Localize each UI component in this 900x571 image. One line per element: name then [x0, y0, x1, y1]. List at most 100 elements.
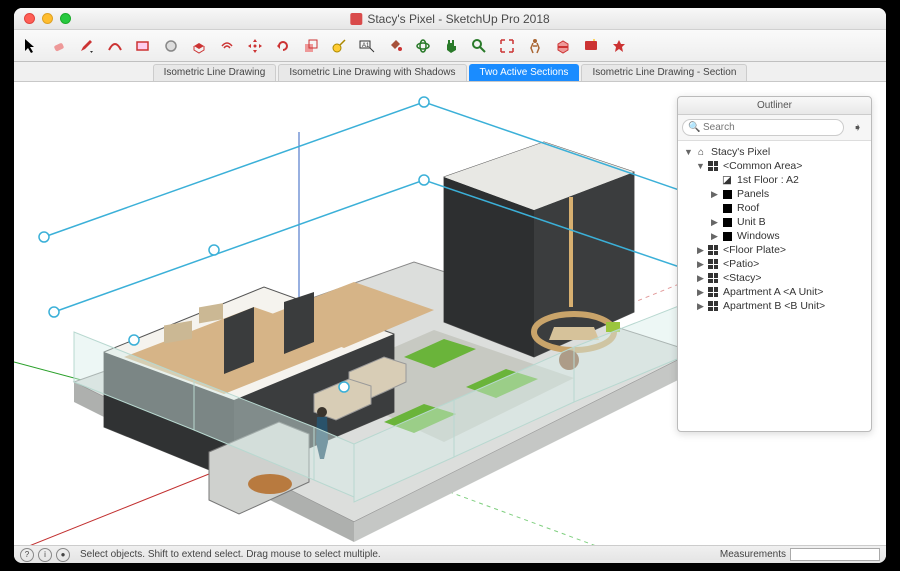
tree-row[interactable]: ▶ Unit B [678, 215, 871, 229]
help-icon[interactable]: ? [20, 548, 34, 562]
scale-tool[interactable] [302, 37, 320, 55]
component-icon [707, 286, 719, 298]
component-icon [707, 258, 719, 270]
group-icon [721, 216, 733, 228]
walk-tool[interactable] [526, 37, 544, 55]
tree-label: <Patio> [723, 258, 759, 270]
tree-row[interactable]: ▶ <Patio> [678, 257, 871, 271]
tree-row[interactable]: ▶ Windows [678, 229, 871, 243]
render-tool[interactable] [582, 37, 600, 55]
rectangle-tool[interactable] [134, 37, 152, 55]
pencil-tool[interactable] [78, 37, 96, 55]
eraser-tool[interactable] [50, 37, 68, 55]
user-icon[interactable]: ● [56, 548, 70, 562]
statusbar-hint: Select objects. Shift to extend select. … [80, 549, 381, 560]
measurements-label: Measurements [720, 549, 786, 560]
disclosure-triangle-icon[interactable]: ▶ [696, 301, 705, 312]
disclosure-triangle-icon[interactable]: ▶ [696, 245, 705, 256]
tree-label: <Floor Plate> [723, 244, 786, 256]
component-icon [707, 300, 719, 312]
app-icon [350, 13, 362, 25]
disclosure-triangle-icon[interactable]: ▶ [710, 189, 719, 200]
outliner-panel[interactable]: Outliner 🔍 ➧ ▼⌂Stacy's Pixel ▼<Common Ar… [677, 96, 872, 432]
window-title-text: Stacy's Pixel - SketchUp Pro 2018 [367, 12, 549, 26]
info-icon[interactable]: i [38, 548, 52, 562]
paint-bucket-tool[interactable] [386, 37, 404, 55]
disclosure-triangle-icon[interactable]: ▼ [684, 147, 693, 157]
tree-row[interactable]: Roof [678, 201, 871, 215]
tree-label: Apartment B <B Unit> [723, 300, 825, 312]
outliner-search-input[interactable] [682, 119, 844, 136]
zoom-extents-tool[interactable] [498, 37, 516, 55]
outliner-tree[interactable]: ▼⌂Stacy's Pixel ▼<Common Area> ◪1st Floo… [678, 141, 871, 431]
group-icon [721, 230, 733, 242]
measurements-box: Measurements [720, 548, 886, 561]
tab-two-active-sections[interactable]: Two Active Sections [469, 64, 580, 81]
window-title: Stacy's Pixel - SketchUp Pro 2018 [350, 12, 549, 26]
component-icon [707, 272, 719, 284]
app-window: Stacy's Pixel - SketchUp Pro 2018 A1 Iso… [14, 8, 886, 563]
outliner-title: Outliner [678, 97, 871, 115]
tree-row[interactable]: ▶ <Stacy> [678, 271, 871, 285]
move-tool[interactable] [246, 37, 264, 55]
orbit-tool[interactable] [414, 37, 432, 55]
measurements-input[interactable] [790, 548, 880, 561]
text-label-tool[interactable]: A1 [358, 37, 376, 55]
tree-row[interactable]: ▼⌂ Stacy's Pixel [678, 145, 871, 159]
zoom-tool[interactable] [470, 37, 488, 55]
select-arrow-tool[interactable] [22, 37, 40, 55]
tree-label: Roof [737, 202, 759, 214]
tape-measure-tool[interactable] [330, 37, 348, 55]
disclosure-triangle-icon[interactable]: ▶ [696, 273, 705, 284]
tree-row[interactable]: ▶ <Floor Plate> [678, 243, 871, 257]
tab-isometric-line-drawing[interactable]: Isometric Line Drawing [153, 64, 277, 81]
section-icon: ◪ [721, 174, 733, 186]
traffic-lights [14, 13, 71, 24]
tree-row[interactable]: ▶ Panels [678, 187, 871, 201]
outliner-search-row: 🔍 ➧ [678, 115, 871, 141]
tree-label: Stacy's Pixel [711, 146, 770, 158]
tree-label: <Stacy> [723, 272, 762, 284]
tree-row[interactable]: ◪ 1st Floor : A2 [678, 173, 871, 187]
component-icon [707, 160, 719, 172]
disclosure-triangle-icon[interactable]: ▶ [710, 231, 719, 242]
tree-label: Panels [737, 188, 769, 200]
svg-text:A1: A1 [362, 43, 370, 49]
tree-label: Apartment A <A Unit> [723, 286, 823, 298]
tab-isometric-section[interactable]: Isometric Line Drawing - Section [581, 64, 747, 81]
statusbar: ? i ● Select objects. Shift to extend se… [14, 545, 886, 563]
tree-label: <Common Area> [723, 160, 802, 172]
tree-label: Windows [737, 230, 780, 242]
group-icon [721, 188, 733, 200]
offset-tool[interactable] [218, 37, 236, 55]
tree-label: 1st Floor : A2 [737, 174, 799, 186]
titlebar: Stacy's Pixel - SketchUp Pro 2018 [14, 8, 886, 30]
fullscreen-window-button[interactable] [60, 13, 71, 24]
pan-tool[interactable] [442, 37, 460, 55]
model-icon: ⌂ [695, 146, 707, 158]
tree-row[interactable]: ▶ Apartment A <A Unit> [678, 285, 871, 299]
circle-tool[interactable] [162, 37, 180, 55]
statusbar-icons: ? i ● [14, 548, 76, 562]
push-pull-tool[interactable] [190, 37, 208, 55]
rotate-tool[interactable] [274, 37, 292, 55]
tree-row[interactable]: ▼ <Common Area> [678, 159, 871, 173]
close-window-button[interactable] [24, 13, 35, 24]
tab-isometric-shadows[interactable]: Isometric Line Drawing with Shadows [278, 64, 466, 81]
minimize-window-button[interactable] [42, 13, 53, 24]
disclosure-triangle-icon[interactable]: ▶ [696, 259, 705, 270]
group-icon [721, 202, 733, 214]
disclosure-triangle-icon[interactable]: ▶ [710, 217, 719, 228]
tree-label: Unit B [737, 216, 766, 228]
outliner-details-arrow-icon[interactable]: ➧ [853, 121, 867, 135]
disclosure-triangle-icon[interactable]: ▶ [696, 287, 705, 298]
component-icon [707, 244, 719, 256]
arc-tool[interactable] [106, 37, 124, 55]
search-icon: 🔍 [688, 122, 700, 133]
disclosure-triangle-icon[interactable]: ▼ [696, 161, 705, 171]
scene-tabs: Isometric Line Drawing Isometric Line Dr… [14, 62, 886, 82]
section-plane-tool[interactable] [554, 37, 572, 55]
tree-row[interactable]: ▶ Apartment B <B Unit> [678, 299, 871, 313]
extensions-tool[interactable] [610, 37, 628, 55]
toolbar: A1 [14, 30, 886, 62]
